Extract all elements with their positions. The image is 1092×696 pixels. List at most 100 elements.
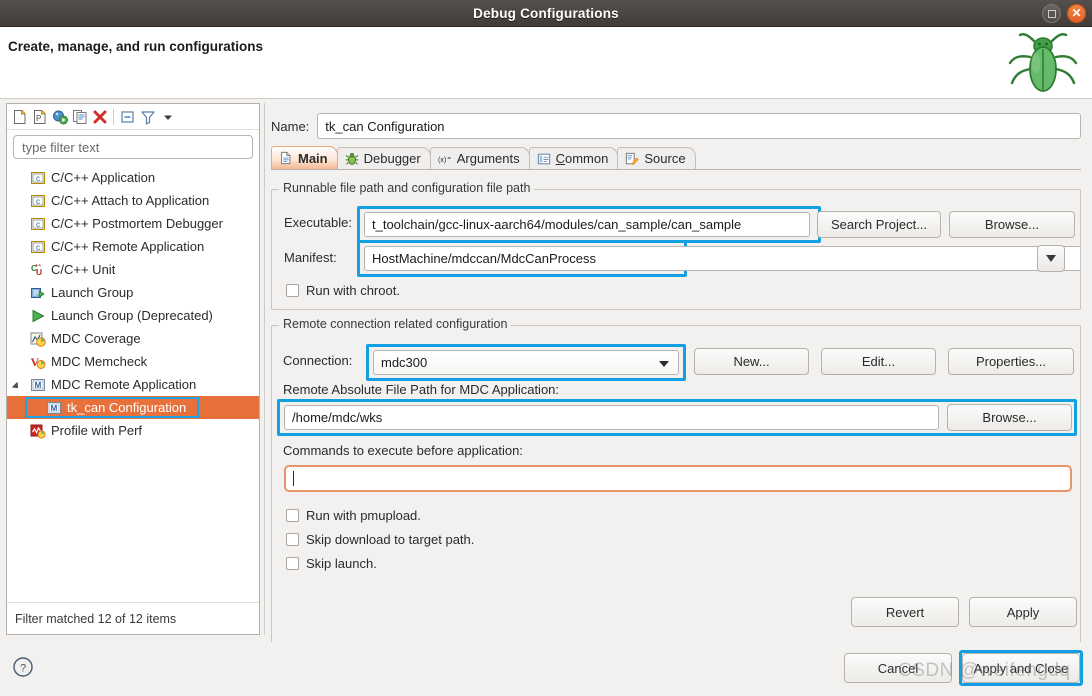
tab-common[interactable]: Common <box>528 147 619 169</box>
tree-item-label: C/C++ Attach to Application <box>51 193 210 208</box>
page-title: Create, manage, and run configurations <box>8 39 264 54</box>
executable-input[interactable]: t_toolchain/gcc-linux-aarch64/modules/ca… <box>364 212 810 237</box>
remote-connection-group-title: Remote connection related configuration <box>279 317 512 331</box>
mdc-coverage-icon <box>30 331 46 347</box>
browse-remote-path-button[interactable]: Browse... <box>947 404 1072 431</box>
skip-launch-checkbox-row[interactable]: Skip launch. <box>286 556 377 571</box>
search-project-button[interactable]: Search Project... <box>817 211 941 238</box>
mdc-remote-icon: M <box>46 400 62 416</box>
configurations-tree-panel: P type filter text c C/C++ Application c… <box>6 103 260 635</box>
common-tab-icon <box>537 152 551 166</box>
window-titlebar: Debug Configurations ✕ <box>0 0 1092 27</box>
revert-button[interactable]: Revert <box>851 597 959 627</box>
manifest-label: Manifest: <box>284 250 337 265</box>
dialog-body: P type filter text c C/C++ Application c… <box>0 99 1092 670</box>
tree-item[interactable]: Launch Group <box>7 281 259 304</box>
tree-item[interactable]: V MDC Memcheck <box>7 350 259 373</box>
search-input[interactable] <box>13 135 253 159</box>
tree-item-label: MDC Memcheck <box>51 354 148 369</box>
text-caret <box>293 471 294 486</box>
filter-icon[interactable] <box>138 107 157 126</box>
tree-item[interactable]: M MDC Remote Application <box>7 373 259 396</box>
expander-open-icon[interactable] <box>13 379 25 391</box>
run-with-chroot-label: Run with chroot. <box>306 283 400 298</box>
tab-source[interactable]: Source <box>617 147 696 169</box>
executable-label: Executable: <box>284 215 352 230</box>
filter-status-label: Filter matched 12 of 12 items <box>7 602 259 634</box>
tree-item[interactable]: c C/C++ Application <box>7 166 259 189</box>
cancel-button[interactable]: Cancel <box>844 653 952 683</box>
restore-window-button[interactable] <box>1042 4 1061 23</box>
properties-connection-button[interactable]: Properties... <box>948 348 1074 375</box>
name-row: Name: <box>271 113 1081 139</box>
help-icon[interactable]: ? <box>12 656 34 681</box>
configuration-name-input[interactable] <box>317 113 1081 139</box>
view-menu-icon[interactable] <box>158 107 177 126</box>
svg-text:c: c <box>36 220 40 229</box>
skip-download-checkbox[interactable] <box>286 533 299 546</box>
expander-placeholder <box>13 310 25 322</box>
name-label: Name: <box>271 118 310 134</box>
tab-main[interactable]: Main <box>271 146 338 169</box>
run-with-pmupload-checkbox-row[interactable]: Run with pmupload. <box>286 508 421 523</box>
chevron-down-icon <box>1046 255 1056 262</box>
window-controls: ✕ <box>1042 4 1086 23</box>
tree-item[interactable]: Launch Group (Deprecated) <box>7 304 259 327</box>
tree-item[interactable]: MDC Coverage <box>7 327 259 350</box>
manifest-input[interactable]: HostMachine/mdccan/MdcCanProcess <box>364 246 1080 271</box>
tree-item-label: MDC Coverage <box>51 331 141 346</box>
run-with-chroot-checkbox[interactable] <box>286 284 299 297</box>
collapse-all-icon[interactable] <box>118 107 137 126</box>
apply-button[interactable]: Apply <box>969 597 1077 627</box>
tree-item-selected[interactable]: Mtk_can Configuration <box>7 396 259 419</box>
commands-input[interactable] <box>284 465 1072 492</box>
new-prototype-icon[interactable]: P <box>30 107 49 126</box>
close-window-button[interactable]: ✕ <box>1067 4 1086 23</box>
tab-label: Source <box>644 151 686 166</box>
duplicate-icon[interactable] <box>70 107 89 126</box>
export-icon[interactable] <box>50 107 69 126</box>
run-with-chroot-checkbox-row[interactable]: Run with chroot. <box>286 283 400 298</box>
tree-item[interactable]: c C/C++ Remote Application <box>7 235 259 258</box>
c-app-icon: c <box>30 193 46 209</box>
tree-item[interactable]: Profile with Perf <box>7 419 259 442</box>
launch-group-deprecated-icon <box>30 308 46 324</box>
new-configuration-icon[interactable] <box>10 107 29 126</box>
tab-label: Arguments <box>456 151 520 166</box>
dialog-banner: Create, manage, and run configurations <box>0 27 1092 99</box>
tree-item-label: Profile with Perf <box>51 423 143 438</box>
delete-icon[interactable] <box>90 107 109 126</box>
tree-item[interactable]: c C/C++ Attach to Application <box>7 189 259 212</box>
tab-arguments[interactable]: (x) = Arguments <box>429 147 530 169</box>
tree-toolbar: P <box>7 104 259 130</box>
expander-placeholder <box>29 402 41 414</box>
tab-label: Debugger <box>363 151 421 166</box>
window-title: Debug Configurations <box>473 5 619 21</box>
skip-download-checkbox-row[interactable]: Skip download to target path. <box>286 532 474 547</box>
tree-item[interactable]: c C/C++ Postmortem Debugger <box>7 212 259 235</box>
edit-connection-button[interactable]: Edit... <box>821 348 936 375</box>
tab-debugger[interactable]: Debugger <box>336 147 431 169</box>
tree-item-label: C/C++ Remote Application <box>51 239 205 254</box>
run-with-pmupload-checkbox[interactable] <box>286 509 299 522</box>
apply-and-close-button[interactable]: Apply and Close <box>962 653 1080 683</box>
manifest-dropdown-button[interactable] <box>1037 245 1065 272</box>
filter-container <box>7 130 259 163</box>
skip-launch-checkbox[interactable] <box>286 557 299 570</box>
connection-select[interactable]: mdc300 <box>373 350 679 375</box>
browse-executable-button[interactable]: Browse... <box>949 211 1075 238</box>
debugger-tab-icon <box>345 152 359 166</box>
c-app-icon: c <box>30 170 46 186</box>
dialog-footer: ? Cancel Apply and Close <box>0 642 1092 696</box>
runnable-file-group: Runnable file path and configuration fil… <box>271 181 1081 310</box>
svg-text:c: c <box>36 174 40 183</box>
run-with-pmupload-label: Run with pmupload. <box>306 508 421 523</box>
skip-download-label: Skip download to target path. <box>306 532 475 547</box>
configurations-tree[interactable]: c C/C++ Application c C/C++ Attach to Appli… <box>7 163 259 602</box>
remote-path-input[interactable]: /home/mdc/wks <box>284 405 939 430</box>
new-connection-button[interactable]: New... <box>694 348 809 375</box>
tab-bar[interactable]: Main Debugger (x) = Arguments Common Source <box>271 146 1081 170</box>
chevron-down-icon <box>659 360 669 367</box>
expander-placeholder <box>13 333 25 345</box>
tree-item[interactable]: C U C/C++ Unit <box>7 258 259 281</box>
